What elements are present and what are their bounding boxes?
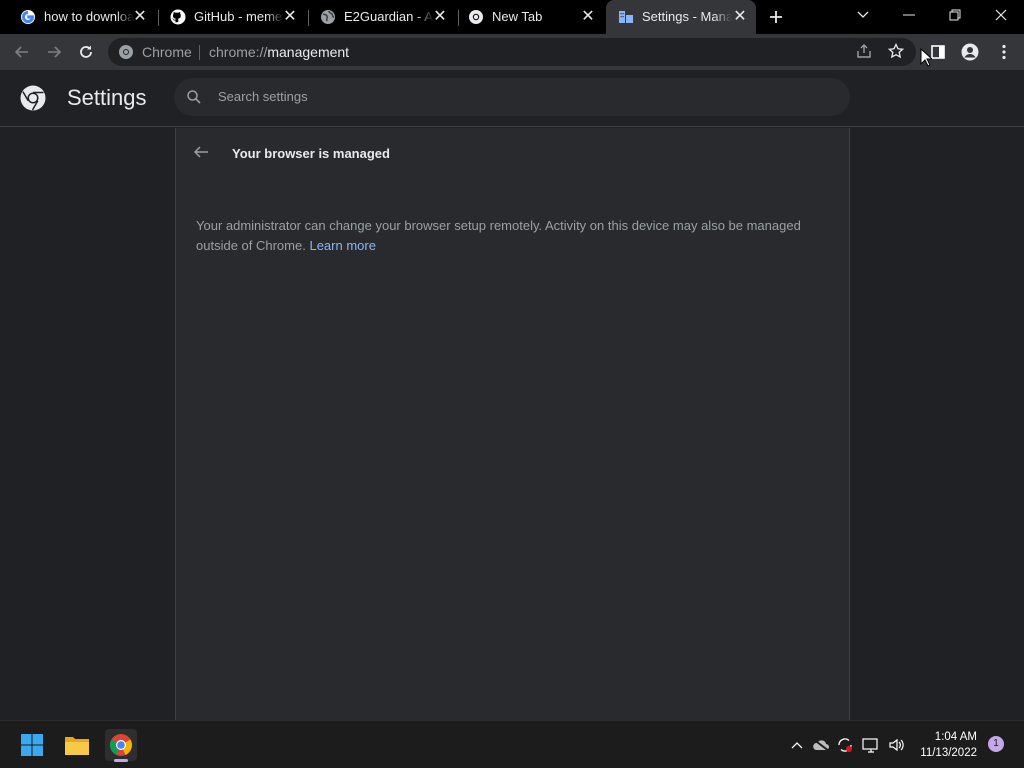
chrome-icon[interactable]: [118, 44, 134, 60]
close-tab-icon[interactable]: ✕: [282, 9, 298, 25]
volume-tray-icon[interactable]: [888, 737, 906, 753]
start-button[interactable]: [16, 729, 48, 761]
kebab-menu-icon: [1002, 44, 1006, 60]
address-bar[interactable]: Chrome chrome://management: [108, 38, 916, 66]
close-icon: [995, 9, 1007, 21]
menu-button[interactable]: [990, 38, 1018, 66]
page-title: Settings: [67, 85, 147, 110]
chrome-taskbar-button[interactable]: [105, 729, 137, 762]
management-description: Your administrator can change your brows…: [196, 216, 826, 256]
chevron-down-icon: [857, 11, 869, 18]
mouse-cursor-icon: [920, 48, 932, 67]
learn-more-link[interactable]: Learn more: [309, 238, 375, 253]
profile-button[interactable]: [956, 38, 984, 66]
restore-icon: [949, 9, 961, 21]
bookmark-button[interactable]: [887, 42, 906, 61]
tab-title: GitHub - meme: [194, 10, 283, 24]
search-icon: [187, 90, 201, 104]
chrome-icon: [469, 10, 483, 24]
chevron-up-icon: [791, 742, 803, 749]
close-tab-icon[interactable]: ✕: [580, 9, 596, 25]
github-icon: [170, 9, 186, 25]
settings-header: Settings Search settings: [0, 70, 1024, 127]
tab-settings-management[interactable]: Settings - Mana ✕: [606, 0, 756, 34]
arrow-left-icon: [14, 46, 28, 58]
description-text: Your administrator can change your brows…: [196, 218, 801, 253]
close-tab-icon[interactable]: ✕: [432, 9, 448, 25]
active-indicator: [114, 759, 128, 762]
settings-building-icon: [619, 11, 633, 23]
tab-e2guardian[interactable]: E2Guardian - Ac ✕: [308, 0, 456, 34]
close-tab-icon[interactable]: ✕: [132, 9, 148, 25]
minimize-button[interactable]: [886, 0, 932, 30]
side-panel-icon: [931, 45, 945, 59]
tab-title: New Tab: [492, 10, 543, 24]
divider: [199, 45, 200, 60]
tab-strip: how to download ✕ GitHub - meme ✕ E2Guar…: [0, 0, 1024, 34]
url-text[interactable]: chrome://management: [209, 45, 349, 60]
tab-title: E2Guardian - Ac: [344, 10, 434, 24]
tab-title: how to download: [44, 10, 134, 24]
tab-github[interactable]: GitHub - meme ✕: [158, 0, 306, 34]
google-g-icon: [21, 10, 35, 24]
profile-icon: [961, 43, 979, 61]
network-icon: [862, 738, 878, 753]
folder-icon: [65, 737, 89, 755]
management-heading: Your browser is managed: [232, 146, 390, 161]
arrow-left-icon: [193, 146, 208, 158]
speaker-icon: [889, 738, 904, 752]
url-scheme: chrome://: [209, 44, 268, 60]
arrow-right-icon: [48, 46, 62, 58]
star-icon: [887, 42, 905, 59]
plus-icon: [770, 11, 782, 23]
tab-how-to-download[interactable]: how to download ✕: [8, 0, 156, 34]
close-window-button[interactable]: [978, 0, 1024, 30]
taskbar: 1:04 AM 11/13/2022: [0, 720, 1024, 768]
onedrive-tray-icon[interactable]: [812, 737, 830, 753]
sync-tray-icon[interactable]: [836, 737, 854, 753]
back-arrow-button[interactable]: [192, 143, 214, 165]
windows-icon: [21, 734, 43, 756]
new-tab-button[interactable]: [764, 5, 788, 29]
notification-badge[interactable]: 1: [988, 736, 1004, 752]
share-button[interactable]: [856, 43, 874, 61]
tab-search-button[interactable]: [840, 0, 886, 30]
close-tab-icon[interactable]: ✕: [732, 9, 748, 25]
share-icon: [857, 44, 871, 58]
tab-title: Settings - Mana: [642, 10, 732, 24]
show-hidden-icons-button[interactable]: [788, 737, 806, 753]
chrome-icon: [110, 734, 132, 756]
site-label: Chrome: [142, 44, 192, 60]
sync-icon: [838, 738, 852, 752]
globe-icon: [321, 10, 335, 24]
management-card: Your browser is managed Your administrat…: [175, 128, 850, 720]
system-clock[interactable]: 1:04 AM 11/13/2022: [920, 729, 977, 761]
reload-button[interactable]: [72, 38, 100, 66]
search-settings-input[interactable]: Search settings: [174, 78, 850, 116]
network-tray-icon[interactable]: [862, 737, 880, 753]
restore-button[interactable]: [932, 0, 978, 30]
reload-icon: [80, 45, 92, 58]
browser-toolbar: Chrome chrome://management: [0, 34, 1024, 70]
back-button[interactable]: [8, 38, 36, 66]
tab-new-tab[interactable]: New Tab ✕: [456, 0, 604, 34]
clock-time: 1:04 AM: [934, 731, 977, 743]
url-host: management: [267, 44, 350, 60]
search-placeholder: Search settings: [218, 89, 308, 104]
chrome-logo-icon: [20, 85, 46, 111]
file-explorer-button[interactable]: [61, 729, 93, 761]
clock-date: 11/13/2022: [920, 747, 977, 759]
forward-button[interactable]: [40, 38, 68, 66]
cloud-off-icon: [812, 738, 830, 752]
minimize-icon: [903, 14, 915, 16]
